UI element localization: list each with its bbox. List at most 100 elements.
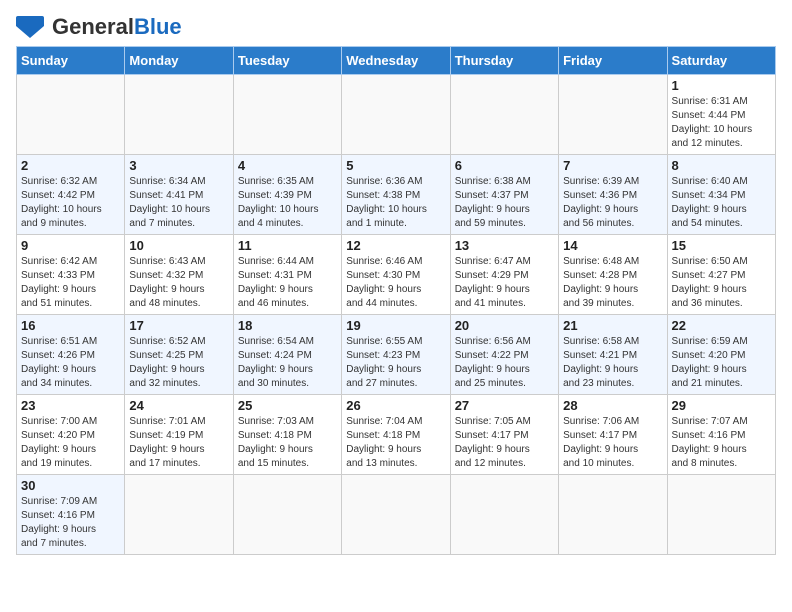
day-number: 8	[672, 158, 771, 173]
day-info: Sunrise: 6:35 AM Sunset: 4:39 PM Dayligh…	[238, 175, 337, 231]
calendar-cell: 5Sunrise: 6:36 AM Sunset: 4:38 PM Daylig…	[342, 155, 450, 235]
calendar-cell	[17, 75, 125, 155]
calendar-cell: 30 Sunrise: 7:09 AM Sunset: 4:16 PM Dayli…	[17, 475, 125, 555]
calendar-cell	[342, 75, 450, 155]
day-info: Sunrise: 6:43 AM Sunset: 4:32 PM Dayligh…	[129, 255, 228, 311]
day-info: Sunrise: 7:09 AM Sunset: 4:16 PM Dayligh…	[21, 495, 120, 551]
day-info: Sunrise: 6:51 AM Sunset: 4:26 PM Dayligh…	[21, 335, 120, 391]
day-info: Sunrise: 6:52 AM Sunset: 4:25 PM Dayligh…	[129, 335, 228, 391]
calendar-cell: 29 Sunrise: 7:07 AM Sunset: 4:16 PM Dayli…	[667, 395, 775, 475]
calendar-cell: 15Sunrise: 6:50 AM Sunset: 4:27 PM Dayli…	[667, 235, 775, 315]
day-number: 27	[455, 398, 554, 413]
calendar-cell	[233, 75, 341, 155]
day-info: Sunrise: 6:54 AM Sunset: 4:24 PM Dayligh…	[238, 335, 337, 391]
day-number: 23	[21, 398, 120, 413]
day-number: 28	[563, 398, 662, 413]
calendar-cell: 9Sunrise: 6:42 AM Sunset: 4:33 PM Daylig…	[17, 235, 125, 315]
calendar-cell: 2 Sunrise: 6:32 AM Sunset: 4:42 PM Daylig…	[17, 155, 125, 235]
day-number: 7	[563, 158, 662, 173]
calendar-cell: 1Sunrise: 6:31 AM Sunset: 4:44 PM Daylig…	[667, 75, 775, 155]
calendar-cell: 21 Sunrise: 6:58 AM Sunset: 4:21 PM Dayli…	[559, 315, 667, 395]
weekday-header-wednesday: Wednesday	[342, 47, 450, 75]
calendar-cell: 20 Sunrise: 6:56 AM Sunset: 4:22 PM Dayli…	[450, 315, 558, 395]
calendar-week-3: 9Sunrise: 6:42 AM Sunset: 4:33 PM Daylig…	[17, 235, 776, 315]
day-info: Sunrise: 6:59 AM Sunset: 4:20 PM Dayligh…	[672, 335, 771, 391]
calendar-cell	[559, 75, 667, 155]
calendar-cell: 18 Sunrise: 6:54 AM Sunset: 4:24 PM Dayli…	[233, 315, 341, 395]
day-info: Sunrise: 6:56 AM Sunset: 4:22 PM Dayligh…	[455, 335, 554, 391]
weekday-header-saturday: Saturday	[667, 47, 775, 75]
logo-text: GeneralBlue	[52, 16, 182, 38]
day-info: Sunrise: 6:44 AM Sunset: 4:31 PM Dayligh…	[238, 255, 337, 311]
weekday-header-sunday: Sunday	[17, 47, 125, 75]
calendar-cell: 19 Sunrise: 6:55 AM Sunset: 4:23 PM Dayli…	[342, 315, 450, 395]
day-info: Sunrise: 6:46 AM Sunset: 4:30 PM Dayligh…	[346, 255, 445, 311]
day-info: Sunrise: 7:00 AM Sunset: 4:20 PM Dayligh…	[21, 415, 120, 471]
calendar-cell	[450, 475, 558, 555]
day-number: 13	[455, 238, 554, 253]
day-info: Sunrise: 6:58 AM Sunset: 4:21 PM Dayligh…	[563, 335, 662, 391]
day-info: Sunrise: 6:38 AM Sunset: 4:37 PM Dayligh…	[455, 175, 554, 231]
day-info: Sunrise: 7:01 AM Sunset: 4:19 PM Dayligh…	[129, 415, 228, 471]
day-number: 22	[672, 318, 771, 333]
weekday-header-friday: Friday	[559, 47, 667, 75]
day-info: Sunrise: 6:40 AM Sunset: 4:34 PM Dayligh…	[672, 175, 771, 231]
calendar-cell	[450, 75, 558, 155]
day-info: Sunrise: 6:47 AM Sunset: 4:29 PM Dayligh…	[455, 255, 554, 311]
day-number: 14	[563, 238, 662, 253]
day-number: 19	[346, 318, 445, 333]
calendar-cell: 16Sunrise: 6:51 AM Sunset: 4:26 PM Dayli…	[17, 315, 125, 395]
day-info: Sunrise: 7:07 AM Sunset: 4:16 PM Dayligh…	[672, 415, 771, 471]
day-number: 18	[238, 318, 337, 333]
day-info: Sunrise: 6:31 AM Sunset: 4:44 PM Dayligh…	[672, 95, 771, 151]
day-number: 20	[455, 318, 554, 333]
day-number: 6	[455, 158, 554, 173]
day-info: Sunrise: 6:48 AM Sunset: 4:28 PM Dayligh…	[563, 255, 662, 311]
day-info: Sunrise: 7:06 AM Sunset: 4:17 PM Dayligh…	[563, 415, 662, 471]
calendar-cell: 14 Sunrise: 6:48 AM Sunset: 4:28 PM Dayli…	[559, 235, 667, 315]
calendar-cell: 25 Sunrise: 7:03 AM Sunset: 4:18 PM Dayli…	[233, 395, 341, 475]
calendar-week-5: 23 Sunrise: 7:00 AM Sunset: 4:20 PM Dayli…	[17, 395, 776, 475]
day-number: 2	[21, 158, 120, 173]
day-number: 17	[129, 318, 228, 333]
logo: GeneralBlue	[16, 16, 182, 38]
day-info: Sunrise: 6:34 AM Sunset: 4:41 PM Dayligh…	[129, 175, 228, 231]
calendar-cell: 28 Sunrise: 7:06 AM Sunset: 4:17 PM Dayli…	[559, 395, 667, 475]
calendar-table: SundayMondayTuesdayWednesdayThursdayFrid…	[16, 46, 776, 555]
day-number: 10	[129, 238, 228, 253]
calendar-week-1: 1Sunrise: 6:31 AM Sunset: 4:44 PM Daylig…	[17, 75, 776, 155]
weekday-header-row: SundayMondayTuesdayWednesdayThursdayFrid…	[17, 47, 776, 75]
calendar-cell: 23 Sunrise: 7:00 AM Sunset: 4:20 PM Dayli…	[17, 395, 125, 475]
logo-icon	[16, 16, 44, 38]
calendar-cell: 4Sunrise: 6:35 AM Sunset: 4:39 PM Daylig…	[233, 155, 341, 235]
day-number: 21	[563, 318, 662, 333]
calendar-cell	[559, 475, 667, 555]
calendar-cell: 7Sunrise: 6:39 AM Sunset: 4:36 PM Daylig…	[559, 155, 667, 235]
day-number: 30	[21, 478, 120, 493]
day-number: 15	[672, 238, 771, 253]
day-number: 5	[346, 158, 445, 173]
calendar-cell	[125, 75, 233, 155]
calendar-cell: 8 Sunrise: 6:40 AM Sunset: 4:34 PM Daylig…	[667, 155, 775, 235]
calendar-cell: 12Sunrise: 6:46 AM Sunset: 4:30 PM Dayli…	[342, 235, 450, 315]
day-number: 26	[346, 398, 445, 413]
calendar-cell: 3 Sunrise: 6:34 AM Sunset: 4:41 PM Daylig…	[125, 155, 233, 235]
calendar-cell: 27 Sunrise: 7:05 AM Sunset: 4:17 PM Dayli…	[450, 395, 558, 475]
calendar-cell: 26 Sunrise: 7:04 AM Sunset: 4:18 PM Dayli…	[342, 395, 450, 475]
day-number: 11	[238, 238, 337, 253]
calendar-cell: 13 Sunrise: 6:47 AM Sunset: 4:29 PM Dayli…	[450, 235, 558, 315]
day-info: Sunrise: 7:04 AM Sunset: 4:18 PM Dayligh…	[346, 415, 445, 471]
day-info: Sunrise: 7:03 AM Sunset: 4:18 PM Dayligh…	[238, 415, 337, 471]
calendar-week-2: 2 Sunrise: 6:32 AM Sunset: 4:42 PM Daylig…	[17, 155, 776, 235]
day-info: Sunrise: 6:32 AM Sunset: 4:42 PM Dayligh…	[21, 175, 120, 231]
day-info: Sunrise: 7:05 AM Sunset: 4:17 PM Dayligh…	[455, 415, 554, 471]
calendar-cell	[342, 475, 450, 555]
calendar-cell: 24Sunrise: 7:01 AM Sunset: 4:19 PM Dayli…	[125, 395, 233, 475]
weekday-header-thursday: Thursday	[450, 47, 558, 75]
calendar-cell	[233, 475, 341, 555]
calendar-cell	[125, 475, 233, 555]
day-number: 29	[672, 398, 771, 413]
day-info: Sunrise: 6:55 AM Sunset: 4:23 PM Dayligh…	[346, 335, 445, 391]
day-number: 3	[129, 158, 228, 173]
day-number: 25	[238, 398, 337, 413]
